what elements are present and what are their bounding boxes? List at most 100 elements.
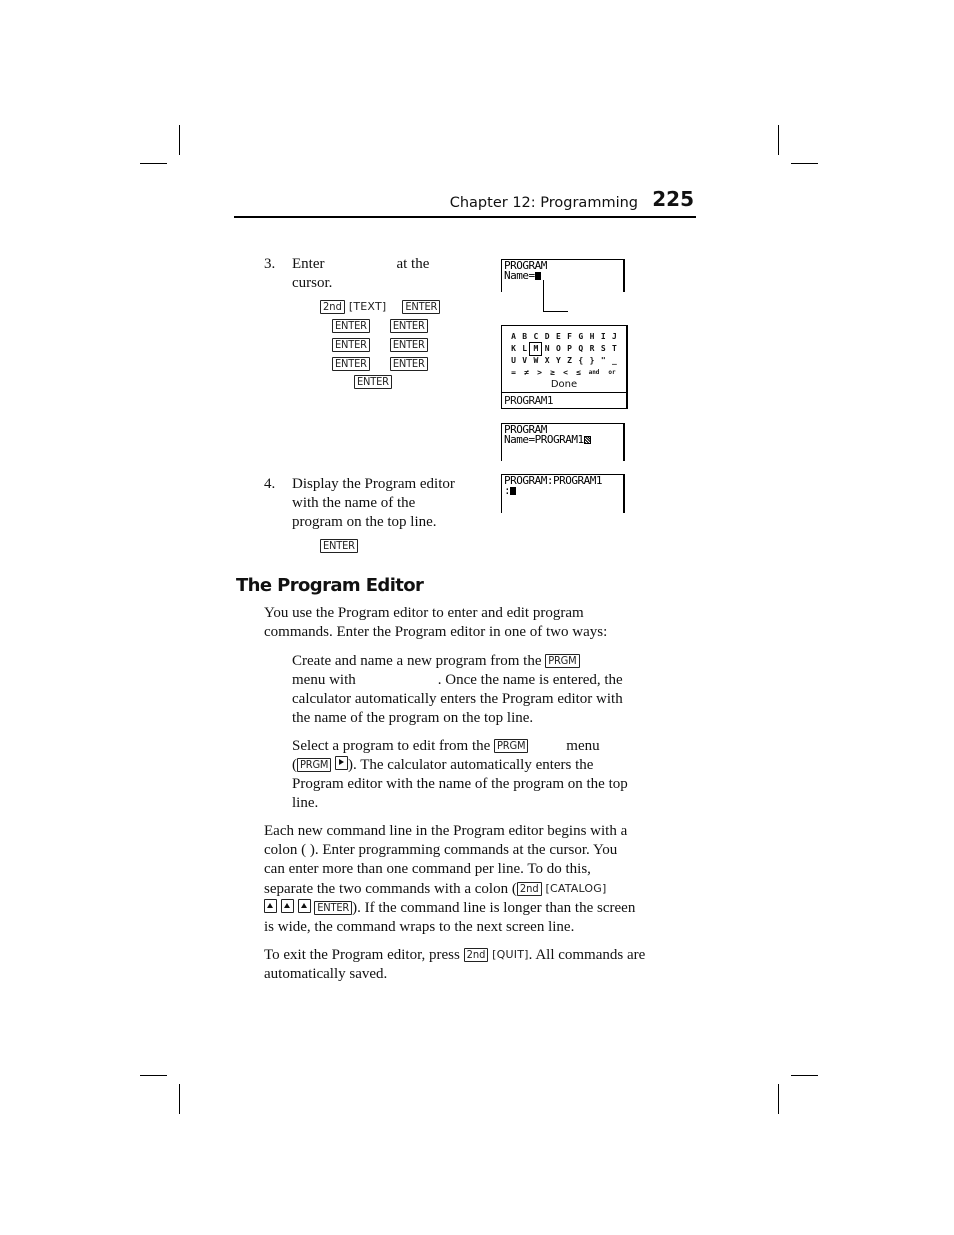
step-number: 3. bbox=[264, 256, 276, 272]
key-prgm: PRGM bbox=[494, 739, 529, 753]
character: F bbox=[567, 332, 572, 341]
key-enter: ENTER bbox=[389, 357, 428, 371]
divider bbox=[502, 392, 626, 393]
key-2nd: 2nd bbox=[516, 882, 542, 896]
key-enter: ENTER bbox=[354, 375, 392, 389]
crop-mark-top-left-horizontal bbox=[140, 163, 167, 164]
character-row: ABCDEFGHIJ bbox=[508, 331, 620, 343]
crop-mark-bottom-right-vertical bbox=[778, 1084, 779, 1114]
character: = bbox=[511, 368, 516, 377]
key-catalog-function: [CATALOG] bbox=[545, 882, 607, 895]
step-text: Enter bbox=[292, 256, 325, 272]
character: O bbox=[555, 344, 561, 353]
character-grid: A B C D E F G H I J K L M N O P Q R S T U V W X Y Z{} " _ = ≠ > ≥ < ≤ and o… bbox=[508, 331, 620, 379]
intro-paragraph: You use the Program editor to enter and … bbox=[264, 605, 608, 640]
character-row: = ≠ > ≥ < ≤ and or bbox=[508, 367, 620, 379]
page-header: Chapter 12: Programming 225 bbox=[234, 187, 696, 218]
key-enter: ENTER bbox=[332, 319, 370, 333]
character: I bbox=[600, 332, 606, 341]
character: N bbox=[544, 344, 550, 353]
screen-entry-line: PROGRAM1 bbox=[504, 394, 553, 407]
character: D bbox=[544, 332, 550, 341]
key-quit-function: [QUIT] bbox=[492, 948, 529, 961]
character: E bbox=[555, 332, 561, 341]
key-sequence-row-5: ENTER bbox=[354, 372, 392, 391]
character: Q bbox=[578, 344, 584, 353]
colon-paragraph: Each new command line in the Program edi… bbox=[264, 823, 636, 935]
step-number: 4. bbox=[264, 476, 276, 492]
character: _ bbox=[612, 356, 617, 365]
character-row: KLMNOPQRST bbox=[508, 342, 620, 356]
character: Z bbox=[567, 356, 572, 365]
cursor-icon bbox=[510, 487, 517, 495]
character-selected: M bbox=[529, 342, 543, 356]
key-prgm: PRGM bbox=[297, 758, 332, 772]
step-4: 4. Display the Program editor with the n… bbox=[264, 475, 494, 555]
character: P bbox=[567, 344, 572, 353]
key-text-function: [TEXT] bbox=[348, 300, 387, 313]
character: A bbox=[511, 332, 516, 341]
step-3: 3. Enter at the cursor. bbox=[264, 255, 484, 295]
insert-cursor-icon bbox=[583, 436, 591, 444]
character: Y bbox=[555, 356, 561, 365]
calculator-screen-name-prompt: PROGRAM Name= bbox=[501, 259, 625, 292]
screen-line: : bbox=[502, 485, 623, 496]
key-enter: ENTER bbox=[402, 300, 441, 314]
character: G bbox=[578, 332, 584, 341]
crop-mark-bottom-left-vertical bbox=[179, 1084, 180, 1114]
character: L bbox=[522, 344, 528, 353]
character: " bbox=[600, 356, 606, 365]
calculator-screen-program-editor: PROGRAM:PROGRAM1 : bbox=[501, 474, 625, 513]
key-2nd: 2nd bbox=[320, 300, 345, 314]
character: H bbox=[589, 332, 595, 341]
step-text: Display the Program editor bbox=[292, 476, 455, 492]
character: V bbox=[522, 356, 528, 365]
character: R bbox=[589, 344, 595, 353]
screen-line: Name= bbox=[502, 270, 623, 281]
character: J bbox=[612, 332, 617, 341]
step-text: with the name of the bbox=[292, 495, 416, 511]
key-sequence-row-2: ENTER ENTER bbox=[332, 316, 428, 335]
key-sequence-step-4: ENTER bbox=[320, 536, 358, 555]
key-enter: ENTER bbox=[389, 319, 428, 333]
key-sequence-row-3: ENTER ENTER bbox=[332, 335, 428, 354]
key-enter: ENTER bbox=[332, 338, 370, 352]
character: } bbox=[589, 356, 595, 365]
step-text: cursor. bbox=[292, 275, 333, 291]
key-enter: ENTER bbox=[314, 901, 353, 915]
screen-line: PROGRAM:PROGRAM1 bbox=[504, 474, 602, 487]
callout-line bbox=[543, 280, 544, 312]
crop-mark-bottom-right-horizontal bbox=[791, 1075, 818, 1076]
character: B bbox=[522, 332, 528, 341]
character: W bbox=[533, 356, 539, 365]
character-row: U V W X Y Z {} " _ bbox=[508, 355, 620, 367]
right-arrow-key-icon bbox=[335, 756, 349, 770]
character: ≥ bbox=[550, 368, 555, 377]
character: { bbox=[578, 356, 584, 365]
crop-mark-top-right-horizontal bbox=[791, 163, 818, 164]
key-2nd: 2nd bbox=[463, 948, 489, 962]
up-arrow-key-icon bbox=[280, 899, 294, 913]
character: T bbox=[612, 344, 617, 353]
key-enter: ENTER bbox=[332, 357, 370, 371]
cursor-icon bbox=[534, 272, 541, 280]
character: X bbox=[544, 356, 550, 365]
character: ≤ bbox=[576, 368, 581, 377]
character: and bbox=[588, 369, 600, 376]
step-text: program on the top line. bbox=[292, 514, 437, 530]
key-enter: ENTER bbox=[320, 539, 358, 553]
character: K bbox=[511, 344, 516, 353]
key-sequence-row-4: ENTER ENTER bbox=[332, 354, 428, 373]
done-option: Done bbox=[550, 379, 578, 390]
character: ≠ bbox=[524, 368, 529, 377]
calculator-screen-character-menu: A B C D E F G H I J K L M N O P Q R S T U V W X Y Z{} " _ = ≠ > ≥ < ≤ and o… bbox=[501, 325, 628, 409]
callout-line bbox=[543, 311, 568, 312]
crop-mark-top-right-vertical bbox=[778, 125, 779, 155]
character: < bbox=[563, 368, 568, 377]
key-enter: ENTER bbox=[389, 338, 428, 352]
crop-mark-bottom-left-horizontal bbox=[140, 1075, 167, 1076]
chapter-title: Chapter 12: Programming bbox=[449, 195, 638, 211]
exit-paragraph: To exit the Program editor, press 2nd [Q… bbox=[264, 947, 646, 982]
character: U bbox=[511, 356, 516, 365]
bullet-create-program: Create and name a new program from the P… bbox=[292, 653, 623, 726]
